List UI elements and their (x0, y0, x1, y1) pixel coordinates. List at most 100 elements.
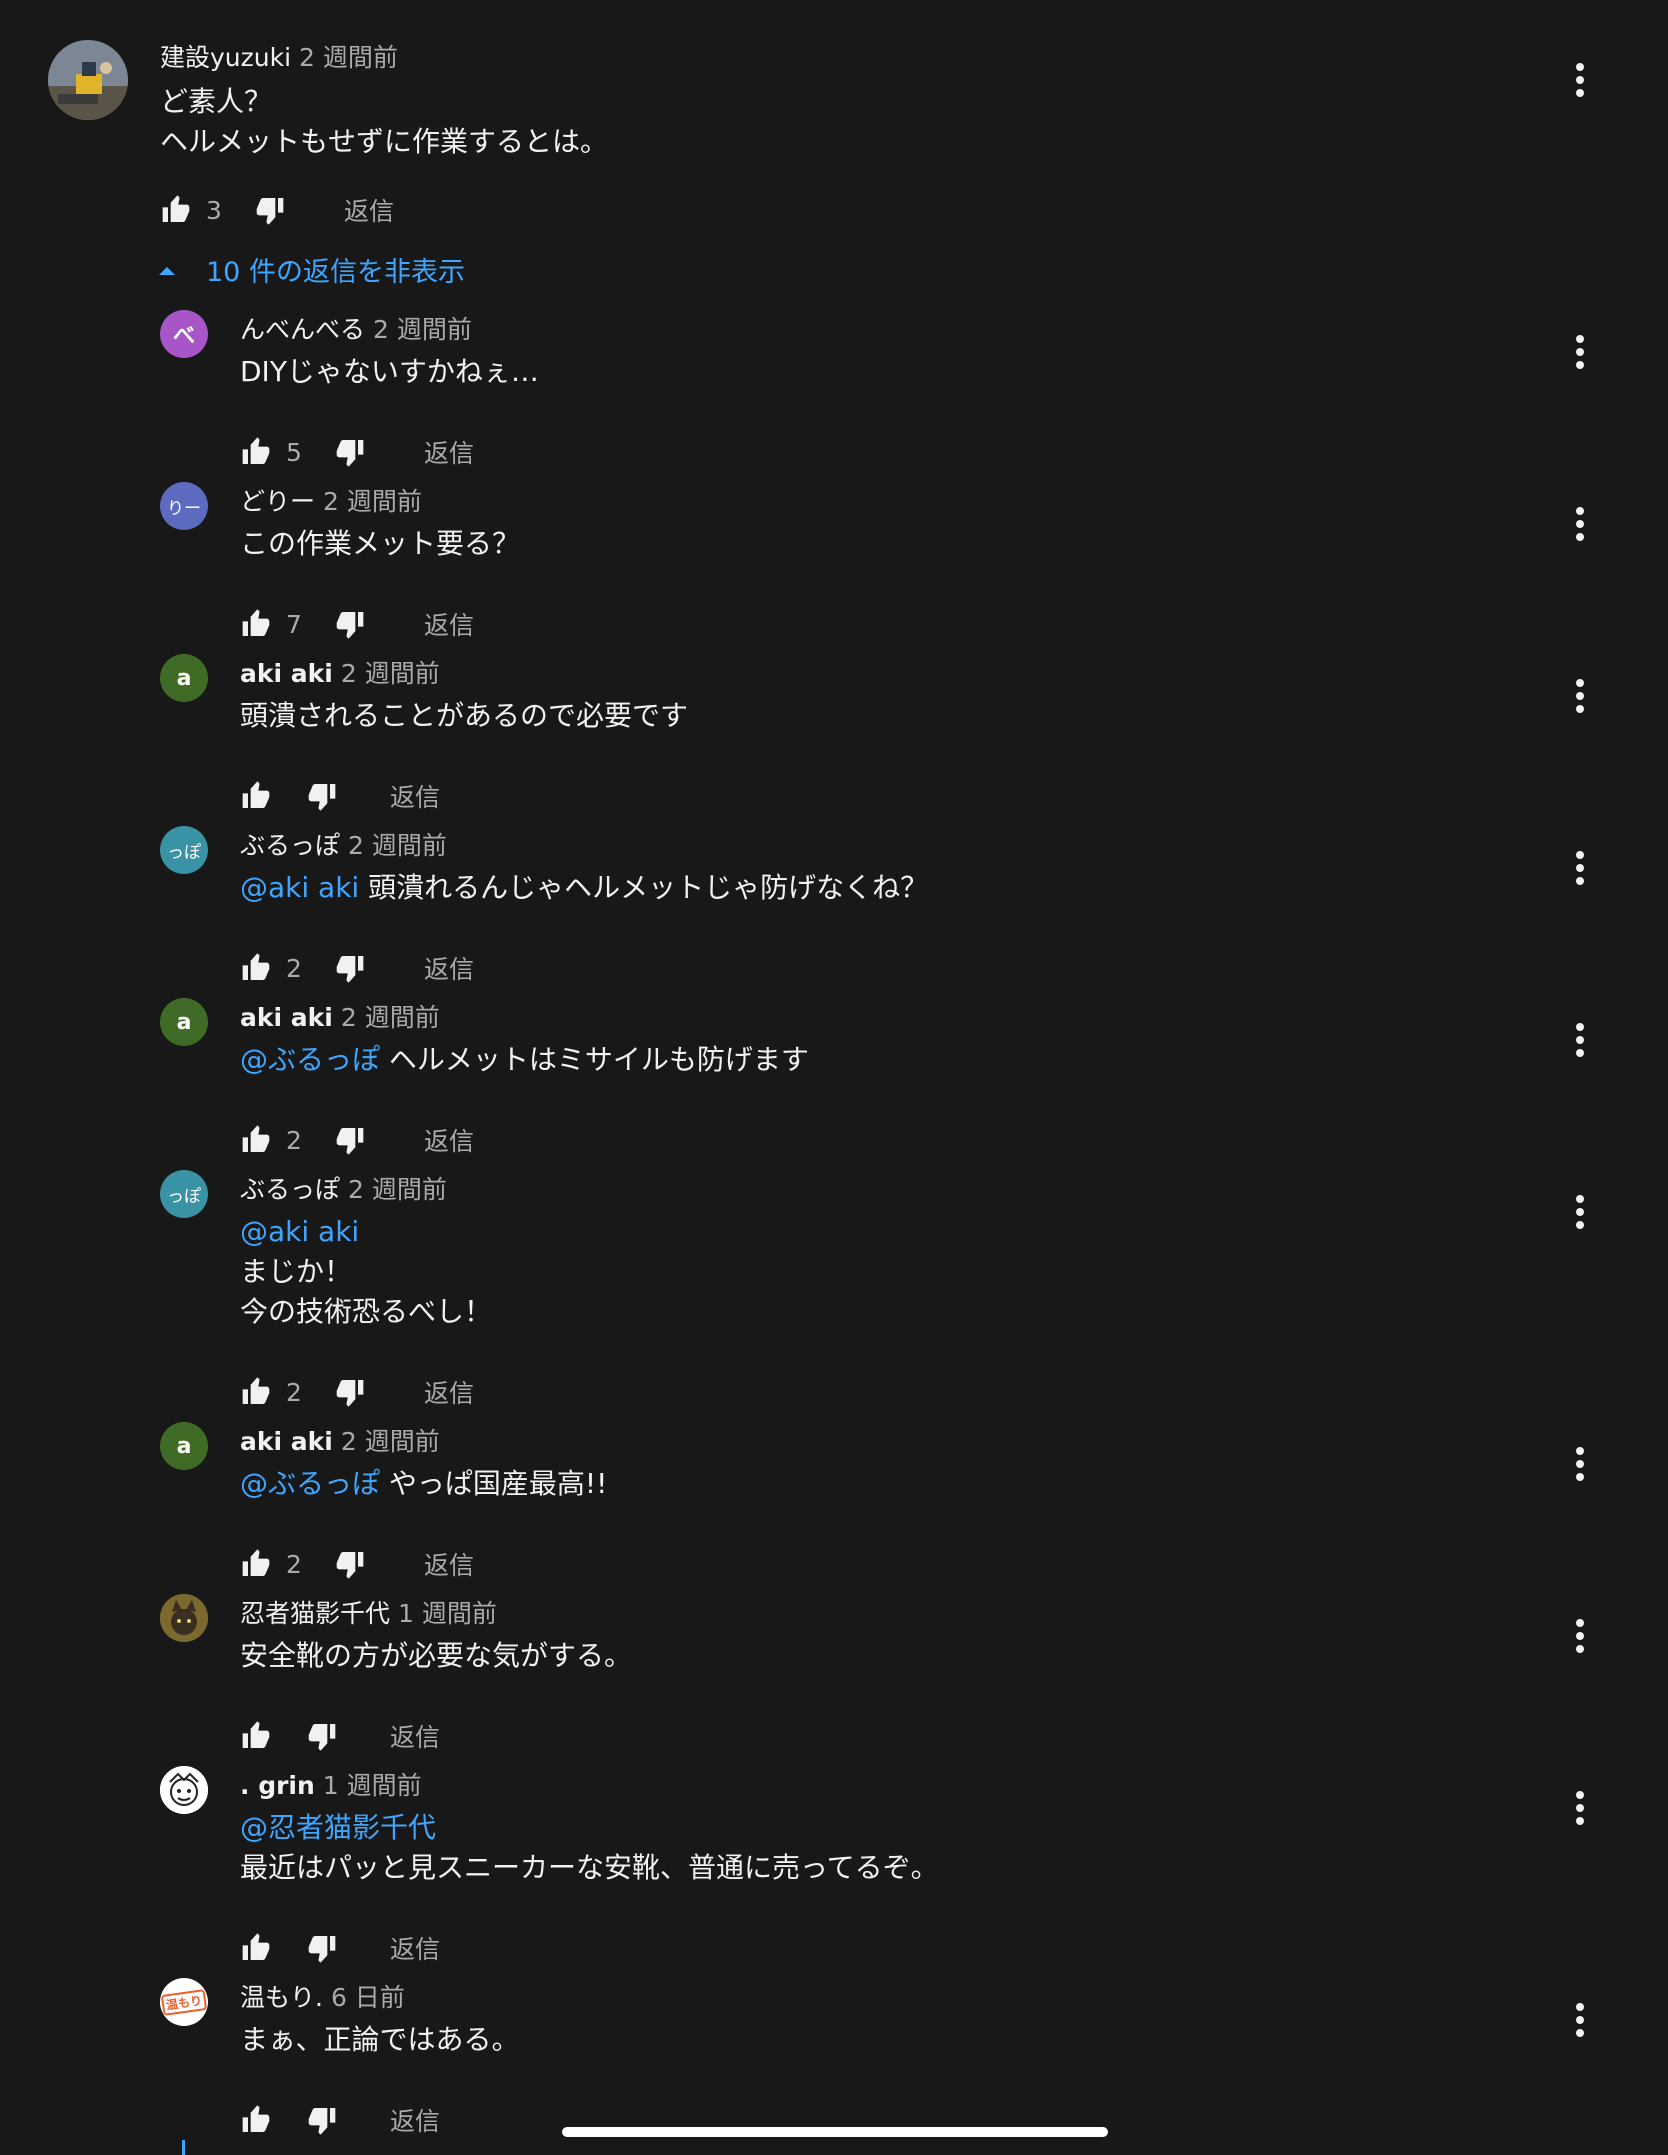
comment-time[interactable]: 2 週間前 (299, 43, 398, 72)
comment-author[interactable]: 建設yuzuki (160, 43, 291, 72)
avatar[interactable]: a (160, 998, 208, 1046)
thumbs-down-icon[interactable] (306, 2104, 338, 2136)
mention-link[interactable]: @aki aki (240, 1215, 359, 1248)
avatar[interactable]: a (160, 654, 208, 702)
reply-message: まぁ、正論ではある。 (240, 2023, 520, 2056)
avatar-initials: a (176, 665, 192, 691)
reply-button[interactable]: 返信 (424, 950, 474, 986)
reply-text: @忍者猫影千代 最近はパッと見スニーカーな安靴、普通に売ってるぞ。 (240, 1808, 939, 1888)
reply-button[interactable]: 返信 (390, 2102, 440, 2138)
reply-time[interactable]: 2 週間前 (341, 1003, 440, 1032)
reply-author[interactable]: . grin (240, 1771, 315, 1800)
more-options-icon[interactable] (1566, 332, 1594, 372)
reply-button[interactable]: 返信 (424, 434, 474, 470)
reply-author[interactable]: 忍者猫影千代 (240, 1599, 390, 1628)
thumbs-down-icon[interactable] (334, 1548, 366, 1580)
reply-button[interactable]: 返信 (390, 778, 440, 814)
mention-link[interactable]: @忍者猫影千代 (240, 1811, 436, 1844)
more-options-icon[interactable] (1566, 676, 1594, 716)
reply-button[interactable]: 返信 (424, 1374, 474, 1410)
more-options-icon[interactable] (1566, 60, 1594, 100)
reply-time[interactable]: 2 週間前 (348, 831, 447, 860)
thumbs-up-icon[interactable] (240, 952, 272, 984)
more-options-icon[interactable] (1566, 1788, 1594, 1828)
nukumori-logo-icon: 温もり (160, 1978, 208, 2026)
like-count: 2 (286, 953, 302, 983)
hide-replies-button[interactable]: 10 件の返信を非表示 (158, 250, 465, 289)
reply-button[interactable]: 返信 (424, 1546, 474, 1582)
thumbs-down-icon[interactable] (334, 952, 366, 984)
thumbs-down-icon[interactable] (334, 436, 366, 468)
thumbs-down-icon[interactable] (334, 608, 366, 640)
reply-button[interactable]: 返信 (344, 192, 394, 228)
thumbs-down-icon[interactable] (334, 1124, 366, 1156)
reply-author[interactable]: ぶるっぽ (240, 831, 340, 860)
reply-author[interactable]: aki aki (240, 1427, 333, 1456)
avatar[interactable] (48, 40, 128, 120)
reply-body: 忍者猫影千代 1 週間前 安全靴の方が必要な気がする。 (240, 1594, 632, 1676)
avatar[interactable] (160, 1594, 208, 1642)
more-options-icon[interactable] (1566, 848, 1594, 888)
thumbs-up-icon[interactable] (240, 2104, 272, 2136)
avatar[interactable]: べ (160, 310, 208, 358)
reply-time[interactable]: 2 週間前 (341, 659, 440, 688)
mention-link[interactable]: @aki aki (240, 871, 359, 904)
like-count: 3 (206, 195, 222, 225)
reply-author[interactable]: んべんべる (240, 315, 365, 344)
reply-time[interactable]: 2 週間前 (323, 487, 422, 516)
thumbs-up-icon[interactable] (240, 436, 272, 468)
thumbs-down-icon[interactable] (254, 194, 286, 226)
reply-time[interactable]: 6 日前 (331, 1983, 405, 2012)
avatar[interactable]: っぽ (160, 826, 208, 874)
reply-time[interactable]: 1 週間前 (398, 1599, 497, 1628)
more-options-icon[interactable] (1566, 1616, 1594, 1656)
reply-actions: 5 返信 (240, 434, 474, 470)
thumbs-up-icon[interactable] (240, 1124, 272, 1156)
reply-button[interactable]: 返信 (424, 606, 474, 642)
reply-author[interactable]: 温もり. (240, 1983, 323, 2012)
thumbs-down-icon[interactable] (306, 1720, 338, 1752)
avatar-initials: a (176, 1009, 192, 1035)
home-indicator (562, 2127, 1108, 2137)
thumbs-up-icon[interactable] (240, 608, 272, 640)
thumbs-down-icon[interactable] (306, 780, 338, 812)
reply-button[interactable]: 返信 (390, 1930, 440, 1966)
reply-body: . grin 1 週間前 @忍者猫影千代 最近はパッと見スニーカーな安靴、普通に売って… (240, 1766, 939, 1888)
avatar[interactable]: っぽ (160, 1170, 208, 1218)
reply-button[interactable]: 返信 (424, 1122, 474, 1158)
more-options-icon[interactable] (1566, 504, 1594, 544)
reply-time[interactable]: 2 週間前 (341, 1427, 440, 1456)
thumbs-up-icon[interactable] (240, 1932, 272, 1964)
reply-author[interactable]: ぶるっぽ (240, 1175, 340, 1204)
more-options-icon[interactable] (1566, 1444, 1594, 1484)
thumbs-up-icon[interactable] (240, 1548, 272, 1580)
reply-time[interactable]: 2 週間前 (373, 315, 472, 344)
scroll-edge-indicator (182, 2140, 185, 2155)
more-options-icon[interactable] (1566, 2000, 1594, 2040)
reply-author[interactable]: どりー (240, 487, 315, 516)
mention-link[interactable]: @ぶるっぽ (240, 1043, 380, 1076)
reply-message: DIYじゃないすかねぇ… (240, 355, 539, 388)
reply-text: まぁ、正論ではある。 (240, 2020, 519, 2060)
avatar[interactable]: りー (160, 482, 208, 530)
thumbs-up-icon[interactable] (240, 1376, 272, 1408)
thumbs-down-icon[interactable] (334, 1376, 366, 1408)
thumbs-down-icon[interactable] (306, 1932, 338, 1964)
reply-message: まじか！ 今の技術恐るべし！ (240, 1255, 493, 1328)
avatar[interactable]: a (160, 1422, 208, 1470)
more-options-icon[interactable] (1566, 1020, 1594, 1060)
reply-actions: 2 返信 (240, 1546, 474, 1582)
thumbs-up-icon[interactable] (240, 1720, 272, 1752)
more-options-icon[interactable] (1566, 1192, 1594, 1232)
reply-author[interactable]: aki aki (240, 1003, 333, 1032)
mention-link[interactable]: @ぶるっぽ (240, 1467, 380, 1500)
avatar[interactable] (160, 1766, 208, 1814)
thumbs-up-icon[interactable] (160, 194, 192, 226)
thumbs-up-icon[interactable] (240, 780, 272, 812)
avatar[interactable]: 温もり (160, 1978, 208, 2026)
reply-time[interactable]: 1 週間前 (323, 1771, 422, 1800)
reply-author[interactable]: aki aki (240, 659, 333, 688)
reply-actions: 返信 (240, 1718, 440, 1754)
reply-button[interactable]: 返信 (390, 1718, 440, 1754)
reply-time[interactable]: 2 週間前 (348, 1175, 447, 1204)
